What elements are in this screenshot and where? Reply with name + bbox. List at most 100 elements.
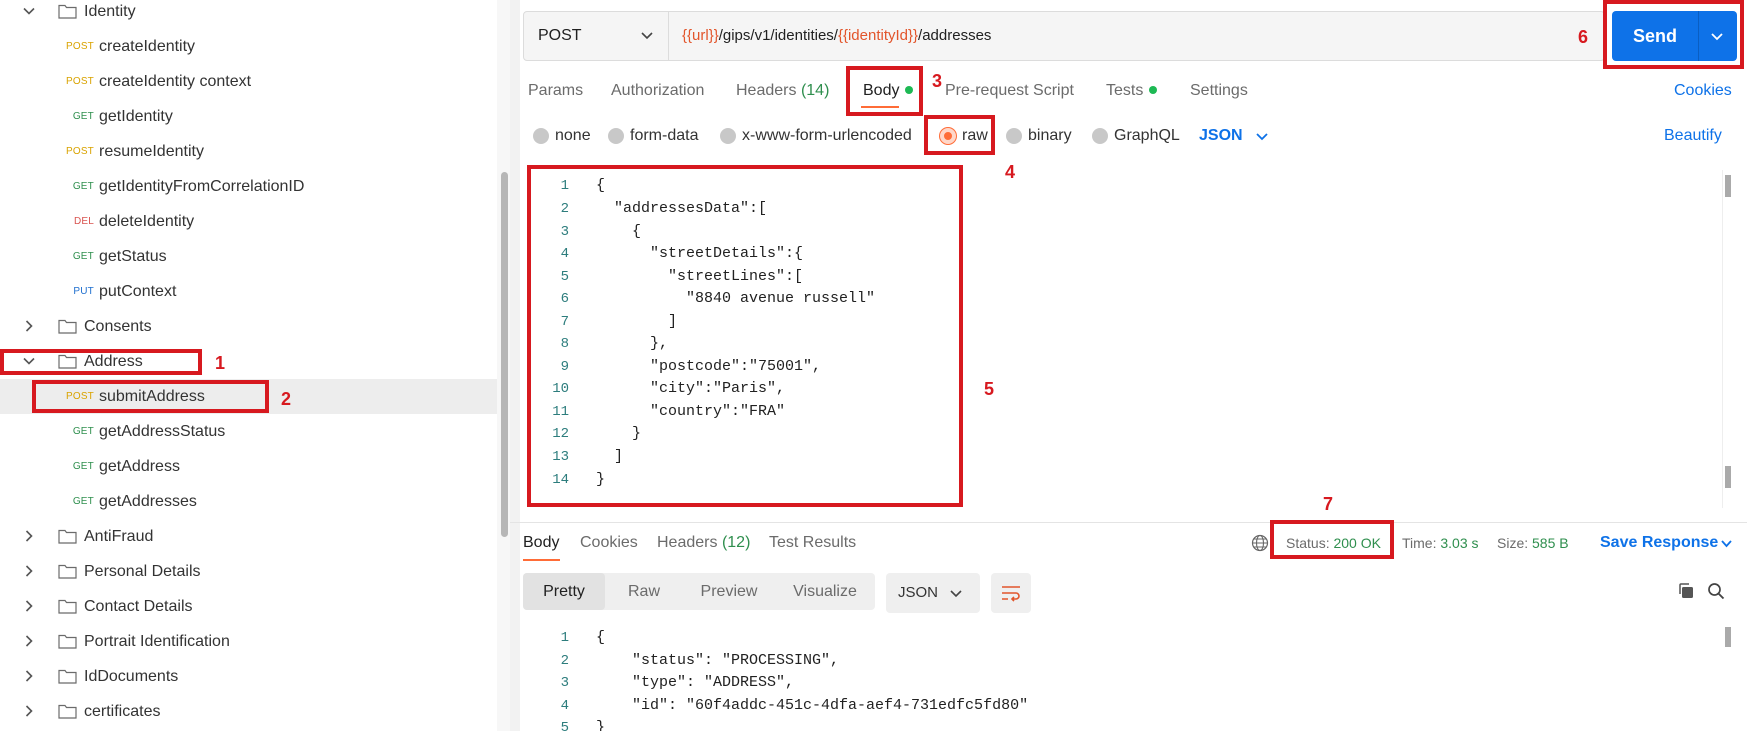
line-number: 11 [552,404,569,420]
folder-icon [58,528,77,544]
editor-scrollbar[interactable] [1722,170,1734,508]
line-number: 3 [560,224,569,240]
radio-x-www-form-urlencoded[interactable]: x-www-form-urlencoded [720,124,925,148]
line-number: 10 [552,381,569,397]
response-body-viewer[interactable]: 1 2 3 4 5 { "status": "PROCESSING", "typ… [523,626,1727,731]
annotation-number: 4 [1005,162,1016,182]
tab-headers[interactable]: Headers (14) [736,80,829,102]
code-line: ] [596,448,624,465]
response-tab-body[interactable]: Body [523,532,559,554]
tab-params[interactable]: Params [528,80,583,102]
response-tab-headers[interactable]: Headers (12) [657,532,750,554]
chevron-right-icon[interactable] [20,632,38,650]
annotation-number: 2 [281,389,292,409]
chevron-right-icon[interactable] [20,597,38,615]
editor-scroll-thumb[interactable] [1725,466,1731,488]
request-item-deleteidentity[interactable]: DEL deleteIdentity [0,204,497,239]
folder-consents[interactable]: Consents [0,309,497,344]
panel-divider[interactable] [510,0,520,731]
annotation-number: 7 [1323,494,1334,514]
response-scroll-thumb[interactable] [1725,627,1731,647]
request-item-getidentity[interactable]: GET getIdentity [0,99,497,134]
chevron-right-icon[interactable] [20,702,38,720]
chevron-down-icon[interactable] [1719,536,1734,551]
request-label: submitAddress [99,388,205,405]
wrap-lines-button[interactable] [991,573,1031,613]
radio-binary[interactable]: binary [1006,124,1086,148]
request-item-getaddressstatus[interactable]: GET getAddressStatus [0,414,497,449]
request-item-getidentityfromcorrelationid[interactable]: GET getIdentityFromCorrelationID [0,169,497,204]
request-item-createidentity-context[interactable]: POST createIdentity context [0,64,497,99]
save-response-button[interactable]: Save Response [1600,532,1718,554]
method-select[interactable]: POST [524,12,669,60]
request-item-getaddress[interactable]: GET getAddress [0,449,497,484]
chevron-down-icon[interactable] [1708,27,1726,45]
tab-prerequest-script[interactable]: Pre-request Script [945,80,1074,102]
request-item-createidentity[interactable]: POST createIdentity [0,29,497,64]
cookies-link[interactable]: Cookies [1674,80,1732,102]
radio-label: x-www-form-urlencoded [742,127,912,144]
folder-portrait-identification[interactable]: Portrait Identification [0,624,497,659]
chevron-down-icon[interactable] [20,2,38,20]
code-line: "streetDetails":{ [596,245,804,262]
tab-headers-count: (14) [800,82,830,99]
request-item-submitaddress[interactable]: POST submitAddress [0,379,497,414]
body-format-select[interactable]: JSON [1199,124,1243,148]
view-tab-raw[interactable]: Raw [605,573,683,610]
response-format-select[interactable]: JSON [886,573,980,613]
time-label: Time: [1402,535,1437,551]
view-tab-pretty[interactable]: Pretty [523,573,605,610]
method-tag: GET [72,426,94,437]
globe-icon[interactable] [1251,534,1269,552]
view-tab-preview[interactable]: Preview [683,573,775,610]
method-tag: GET [72,461,94,472]
line-number: 8 [560,336,569,352]
tab-body[interactable]: Body [863,80,914,102]
radio-none[interactable]: none [533,124,593,148]
view-tab-visualize[interactable]: Visualize [775,573,875,610]
request-label: deleteIdentity [99,213,195,230]
tab-tests[interactable]: Tests [1106,80,1158,102]
radio-label: GraphQL [1114,127,1180,144]
request-item-resumeidentity[interactable]: POST resumeIdentity [0,134,497,169]
tab-settings[interactable]: Settings [1190,80,1248,102]
code-line: "addressesData":[ [596,200,768,217]
line-number: 14 [552,472,569,488]
code-line: { [596,177,606,194]
folder-antifraud[interactable]: AntiFraud [0,519,497,554]
code-line: "id": "60f4addc-451c-4dfa-aef4-731edfc5f… [596,697,1029,714]
copy-icon[interactable] [1677,582,1695,600]
chevron-down-icon[interactable] [20,352,38,370]
response-tab-cookies[interactable]: Cookies [580,532,638,554]
folder-certificates[interactable]: certificates [0,694,497,729]
search-icon[interactable] [1707,582,1725,600]
method-tag: POST [65,41,94,52]
chevron-right-icon[interactable] [20,317,38,335]
request-response-divider[interactable] [510,522,1747,523]
request-body-editor[interactable]: 1 2 3 4 5 6 7 8 9 10 11 12 13 14 { "addr… [523,170,1727,508]
method-tag: GET [72,251,94,262]
radio-raw[interactable]: raw [940,124,990,148]
request-item-putcontext[interactable]: PUT putContext [0,274,497,309]
response-tab-test-results[interactable]: Test Results [769,532,856,554]
folder-personal-details[interactable]: Personal Details [0,554,497,589]
chevron-right-icon[interactable] [20,667,38,685]
editor-scroll-thumb[interactable] [1725,175,1731,197]
request-item-getaddresses[interactable]: GET getAddresses [0,484,497,519]
send-button[interactable]: Send [1612,11,1698,61]
url-input[interactable]: {{url}}/gips/v1/identities/{{identityId}… [682,12,991,60]
folder-iddocuments[interactable]: IdDocuments [0,659,497,694]
chevron-down-icon[interactable] [1254,128,1270,144]
sidebar-scroll-thumb[interactable] [501,172,508,537]
folder-address[interactable]: Address [0,344,497,379]
beautify-link[interactable]: Beautify [1664,124,1722,148]
chevron-right-icon[interactable] [20,562,38,580]
tab-authorization[interactable]: Authorization [611,80,704,102]
chevron-right-icon[interactable] [20,527,38,545]
radio-graphql[interactable]: GraphQL [1092,124,1182,148]
folder-contact-details[interactable]: Contact Details [0,589,497,624]
method-tag: POST [65,76,94,87]
folder-identity[interactable]: Identity [0,0,497,29]
radio-form-data[interactable]: form-data [608,124,708,148]
request-item-getstatus[interactable]: GET getStatus [0,239,497,274]
